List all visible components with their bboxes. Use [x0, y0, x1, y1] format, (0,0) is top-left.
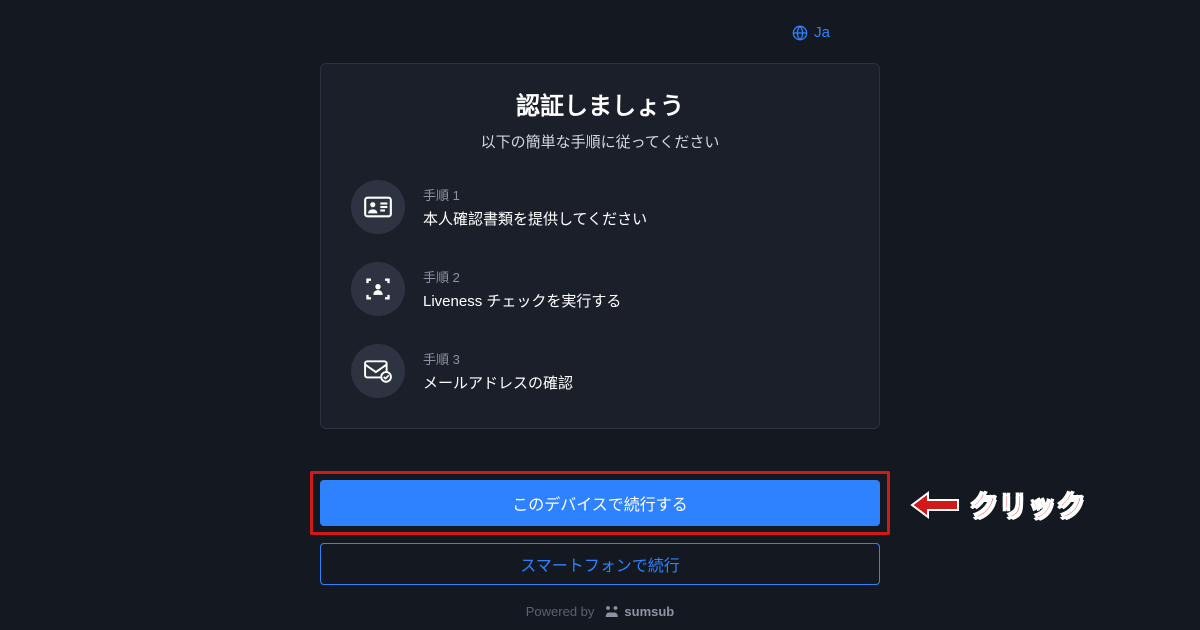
- sumsub-icon: [602, 602, 620, 620]
- verification-card: 認証しましょう 以下の簡単な手順に従ってください 手順 1 本人確認書類を提供し…: [320, 63, 880, 429]
- step-3-label: 手順 3: [423, 349, 573, 368]
- arrow-left-icon: [910, 490, 960, 520]
- step-1: 手順 1 本人確認書類を提供してください: [351, 180, 849, 234]
- card-title: 認証しましょう: [351, 86, 849, 121]
- click-annotation: クリック: [910, 485, 1086, 525]
- secondary-button-label: スマートフォンで続行: [520, 552, 680, 576]
- step-2-desc: Liveness チェックを実行する: [423, 290, 621, 311]
- brand-logo: sumsub: [602, 602, 674, 620]
- continue-this-device-button[interactable]: このデバイスで続行する: [320, 480, 880, 526]
- card-subtitle: 以下の簡単な手順に従ってください: [351, 131, 849, 152]
- globe-icon: [792, 25, 808, 41]
- step-1-label: 手順 1: [423, 185, 647, 204]
- step-3: 手順 3 メールアドレスの確認: [351, 344, 849, 398]
- language-label: Ja: [814, 24, 830, 41]
- language-selector[interactable]: Ja: [792, 24, 830, 41]
- powered-by-text: Powered by: [526, 604, 595, 619]
- brand-name: sumsub: [624, 604, 674, 619]
- email-check-icon: [351, 344, 405, 398]
- primary-button-label: このデバイスで続行する: [512, 491, 688, 515]
- step-1-desc: 本人確認書類を提供してください: [423, 208, 647, 229]
- id-card-icon: [351, 180, 405, 234]
- step-2: 手順 2 Liveness チェックを実行する: [351, 262, 849, 316]
- step-2-label: 手順 2: [423, 267, 621, 286]
- click-text: クリック: [970, 485, 1086, 525]
- step-3-desc: メールアドレスの確認: [423, 372, 573, 393]
- footer: Powered by sumsub: [526, 602, 675, 620]
- face-scan-icon: [351, 262, 405, 316]
- continue-smartphone-button[interactable]: スマートフォンで続行: [320, 543, 880, 585]
